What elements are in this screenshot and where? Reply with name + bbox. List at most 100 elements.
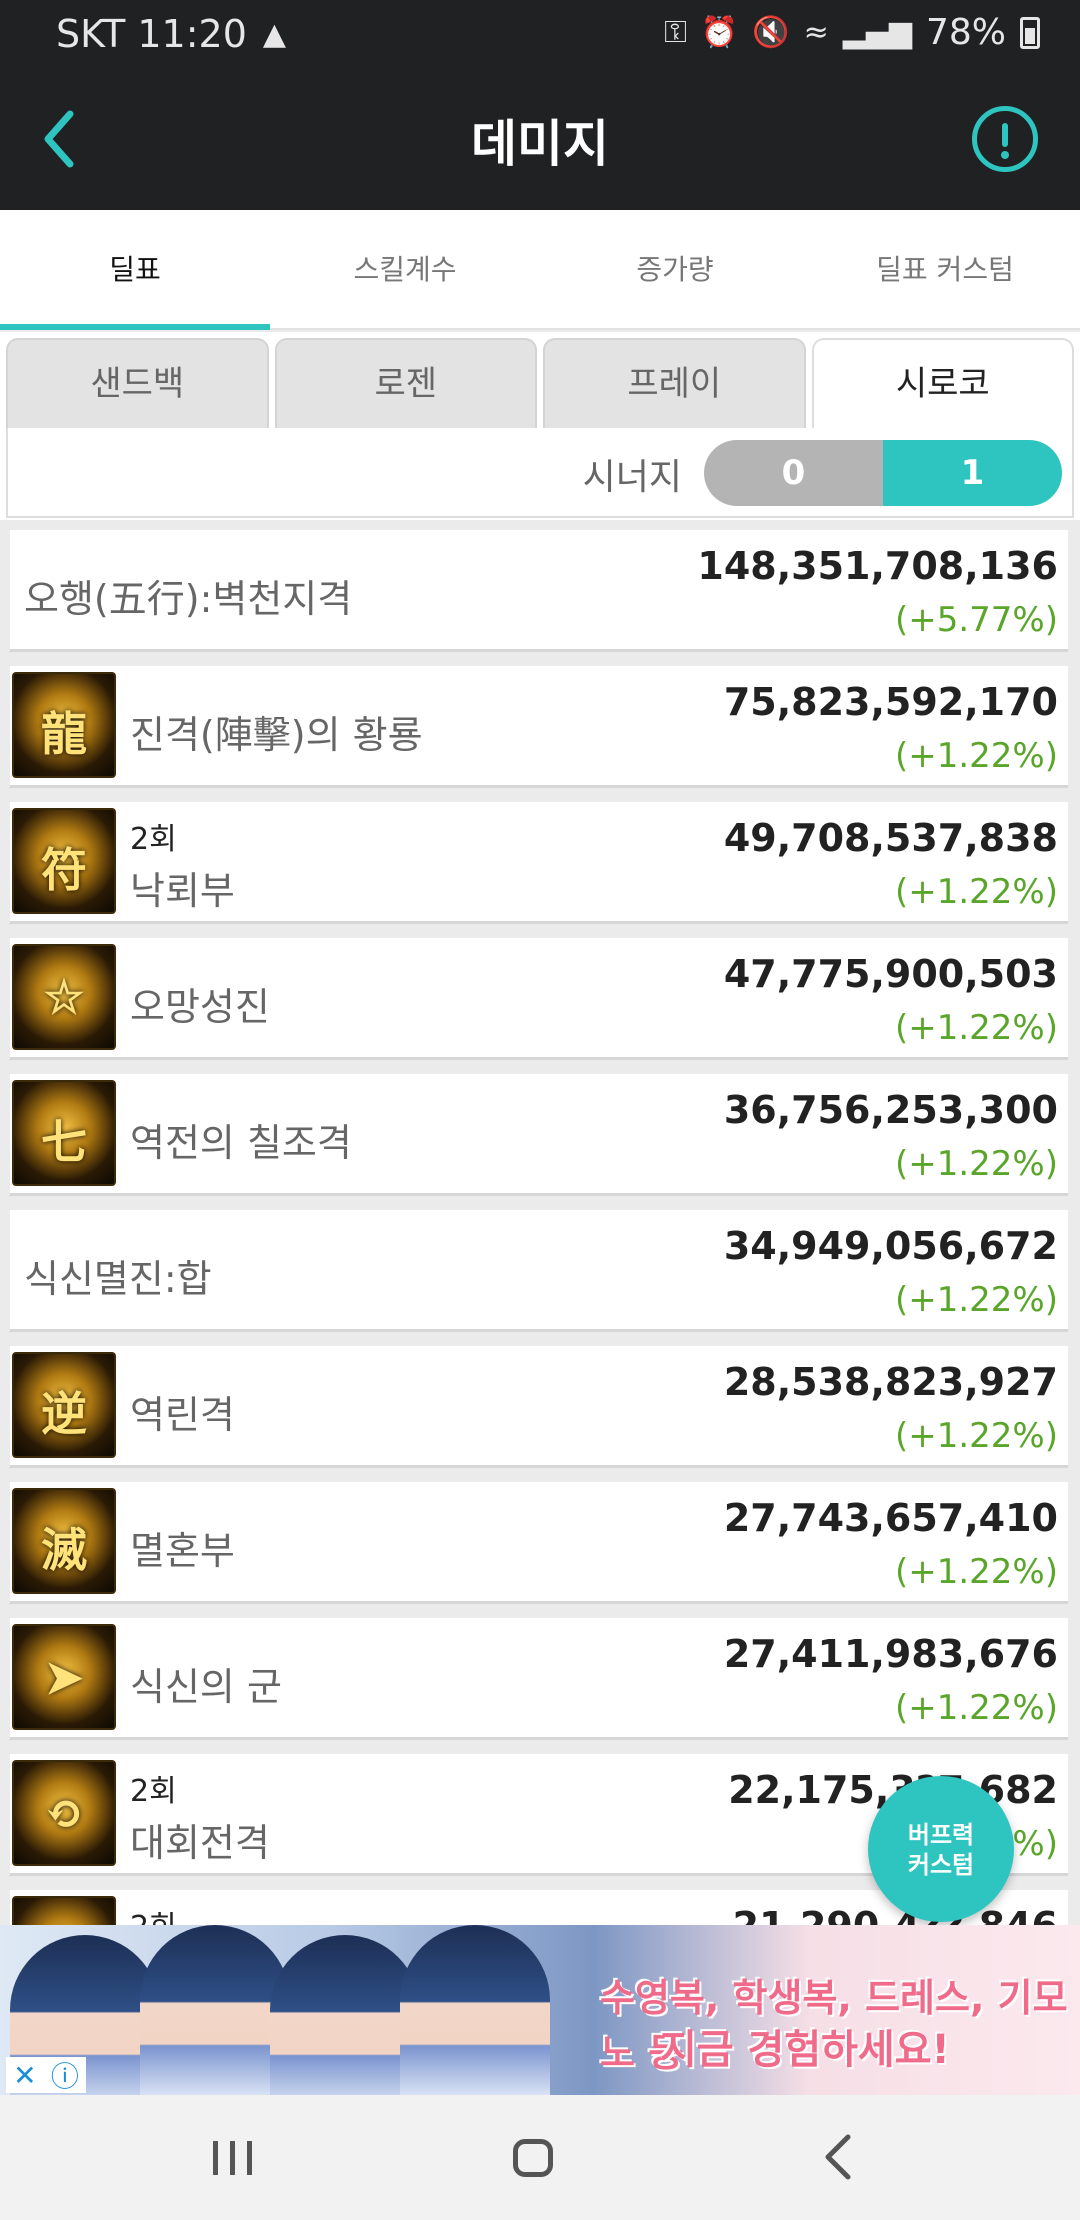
signal-icon: ▂▄▆: [842, 15, 912, 50]
list-item[interactable]: 龍 진격(陣擊)의 황룡 75,823,592,170 (+1.22%): [10, 666, 1068, 788]
damage-percent: (+1.22%): [894, 1688, 1058, 1728]
carrier-time: SKT 11:20: [56, 12, 247, 56]
damage-percent: (+1.22%): [894, 1144, 1058, 1184]
dragon-skill-icon: 龍: [12, 672, 116, 778]
system-back-button[interactable]: [790, 2125, 890, 2189]
home-button[interactable]: [485, 2125, 585, 2189]
main-tabs: 딜표 스킬계수 증가량 딜표 커스텀: [0, 210, 1080, 330]
spin-skill-icon: ⟲: [12, 1760, 116, 1866]
character-tabs: 샌드백 로젠 프레이 시로코: [6, 338, 1074, 428]
battery-icon: [1020, 16, 1040, 49]
page-title: 데미지: [471, 115, 609, 173]
app-bar: 데미지: [0, 66, 1080, 210]
recent-apps-icon-bar: [230, 2141, 235, 2175]
tab-prey[interactable]: 프레이: [543, 338, 806, 428]
skill-name: 식신의 군: [130, 1665, 282, 1709]
list-item[interactable]: ➤ 식신의 군 27,411,983,676 (+1.22%): [10, 1618, 1068, 1740]
info-icon[interactable]: ⓘ: [51, 2055, 79, 2095]
damage-value: 27,743,657,410: [723, 1496, 1058, 1540]
ad-character: [270, 1935, 420, 2095]
tab-custom-table[interactable]: 딜표 커스텀: [810, 210, 1080, 328]
damage-percent: (+5.77%): [894, 600, 1058, 640]
skill-name: 낙뢰부: [130, 869, 235, 913]
damage-percent: (+1.22%): [894, 736, 1058, 776]
damage-value: 75,823,592,170: [723, 680, 1058, 724]
list-item[interactable]: 滅 멸혼부 27,743,657,410 (+1.22%): [10, 1482, 1068, 1604]
battery-percent: 78%: [925, 12, 1006, 53]
tab-sirocco[interactable]: 시로코: [811, 338, 1074, 428]
tab-rosen[interactable]: 로젠: [274, 338, 537, 428]
skill-name: 역린격: [130, 1393, 235, 1437]
buff-custom-fab[interactable]: 버프력 커스텀: [868, 1776, 1014, 1922]
system-nav-bar: [0, 2095, 1080, 2220]
list-item[interactable]: 오행(五行):벽천지격 148,351,708,136 (+5.77%): [10, 530, 1068, 652]
talisman-skill-icon: 符: [12, 808, 116, 914]
soul-talisman-skill-icon: 滅: [12, 1488, 116, 1594]
status-bar: SKT 11:20 ▲ ⚿ ⏰ 🔇 ≈ ▂▄▆ 78%: [0, 0, 1080, 66]
pentagram-skill-icon: ☆: [12, 944, 116, 1050]
mute-icon: 🔇: [752, 15, 790, 50]
damage-value: 21,290,4??,846: [733, 1904, 1058, 1925]
status-left: SKT 11:20 ▲: [56, 12, 286, 56]
ad-characters-image: [0, 1925, 590, 2095]
list-item[interactable]: ☆ 오망성진 47,775,900,503 (+1.22%): [10, 938, 1068, 1060]
synergy-toggle[interactable]: 0 1: [704, 440, 1062, 506]
damage-percent: (+1.22%): [894, 1280, 1058, 1320]
info-button[interactable]: [972, 106, 1038, 172]
tab-skill-coefficient[interactable]: 스킬계수: [270, 210, 540, 328]
damage-value: 36,756,253,300: [723, 1088, 1058, 1132]
skill-name: 역전의 칠조격: [130, 1121, 352, 1165]
character-panel: 샌드백 로젠 프레이 시로코 시너지 0 1: [0, 332, 1080, 520]
skill-name: 오행(五行):벽천지격: [24, 577, 353, 621]
skill-damage-list[interactable]: 오행(五行):벽천지격 148,351,708,136 (+5.77%) 龍 진…: [10, 530, 1068, 1925]
damage-value: 28,538,823,927: [723, 1360, 1058, 1404]
damage-value: 27,411,983,676: [723, 1632, 1058, 1676]
recent-apps-icon-bar: [247, 2141, 252, 2175]
navigation-icon: ▲: [262, 16, 286, 52]
seven-strike-skill-icon: 七: [12, 1080, 116, 1186]
damage-value: 49,708,537,838: [723, 816, 1058, 860]
synergy-option-0[interactable]: 0: [704, 440, 883, 506]
skill-name: 오망성진: [130, 985, 270, 1029]
close-icon[interactable]: ✕: [13, 2059, 36, 2092]
ad-controls: ✕ ⓘ: [6, 2057, 86, 2093]
key-icon: ⚿: [664, 15, 687, 50]
partial-skill-icon: ✖: [12, 1896, 116, 1925]
damage-percent: (+1.22%): [894, 872, 1058, 912]
skill-name: 진격(陣擊)의 황룡: [130, 713, 423, 757]
recent-apps-button[interactable]: [183, 2125, 283, 2189]
synergy-option-1[interactable]: 1: [883, 440, 1062, 506]
recent-apps-icon: [213, 2141, 218, 2175]
reverse-scale-skill-icon: 逆: [12, 1352, 116, 1458]
tab-sandbag[interactable]: 샌드백: [6, 338, 269, 428]
fab-label-line1: 버프력: [907, 1821, 975, 1849]
ad-subline: 지금 경험하세요!: [660, 2027, 950, 2073]
fab-label-line2: 커스텀: [907, 1851, 975, 1879]
wifi-icon: ≈: [803, 15, 829, 50]
hit-count: 2회: [130, 1774, 177, 1809]
skill-name: 멸혼부: [130, 1529, 235, 1573]
ad-banner[interactable]: 수영복, 학생복, 드레스, 기모노 등 지금 경험하세요! ✕ ⓘ: [0, 1925, 1080, 2095]
list-item[interactable]: 식신멸진:합 34,949,056,672 (+1.22%): [10, 1210, 1068, 1332]
list-item[interactable]: 七 역전의 칠조격 36,756,253,300 (+1.22%): [10, 1074, 1068, 1196]
skill-name: 식신멸진:합: [24, 1257, 212, 1301]
list-item[interactable]: 符 2회 낙뢰부 49,708,537,838 (+1.22%): [10, 802, 1068, 924]
damage-value: 34,949,056,672: [723, 1224, 1058, 1268]
status-right: ⚿ ⏰ 🔇 ≈ ▂▄▆ 78%: [664, 12, 1040, 53]
exclamation-dot: [1001, 151, 1009, 159]
damage-percent: (+1.22%): [894, 1008, 1058, 1048]
damage-percent: (+1.22%): [894, 1552, 1058, 1592]
exclamation-icon: [1002, 123, 1008, 147]
ad-character: [400, 1925, 550, 2095]
tab-increase[interactable]: 증가량: [540, 210, 810, 328]
bird-skill-icon: ➤: [12, 1624, 116, 1730]
tab-damage-table[interactable]: 딜표: [0, 210, 270, 330]
damage-value: 148,351,708,136: [697, 544, 1058, 588]
alarm-icon: ⏰: [700, 15, 739, 50]
list-item[interactable]: 逆 역린격 28,538,823,927 (+1.22%): [10, 1346, 1068, 1468]
ad-character: [140, 1925, 290, 2095]
damage-value: 47,775,900,503: [723, 952, 1058, 996]
synergy-row: 시너지 0 1: [6, 428, 1074, 518]
hit-count: 2회: [130, 1902, 177, 1925]
hit-count: 2회: [130, 822, 177, 857]
